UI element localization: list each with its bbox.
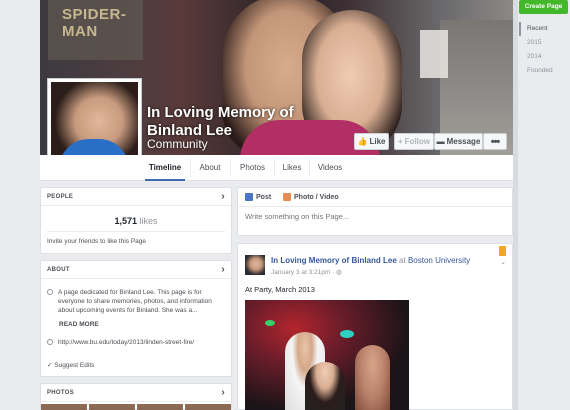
likes-word: likes <box>139 216 158 226</box>
message-label: Message <box>446 137 481 146</box>
more-options-button[interactable]: ••• <box>483 133 507 150</box>
timeline-recent[interactable]: Recent <box>519 22 570 36</box>
people-header-label: PEOPLE <box>47 193 74 200</box>
about-header-label: ABOUT <box>47 266 70 273</box>
tab-timeline[interactable]: Timeline <box>145 155 185 181</box>
timeline-2014[interactable]: 2014 <box>519 50 570 64</box>
info-icon <box>47 289 53 295</box>
post-photo[interactable] <box>245 300 409 410</box>
tab-photos[interactable]: Photos <box>235 155 270 181</box>
tab-likes[interactable]: Likes <box>279 155 305 181</box>
scrollbar[interactable] <box>513 0 518 410</box>
about-header[interactable]: ABOUT › <box>41 261 231 279</box>
check-icon: ✓ <box>47 362 53 369</box>
composer: Post Photo / Video <box>237 187 513 236</box>
wall-paper <box>420 30 448 78</box>
message-icon: ▬ <box>436 137 445 146</box>
post-header: In Loving Memory of Binland Lee at Bosto… <box>271 256 501 265</box>
post-meta: January 3 at 3:21pm · ◍ <box>271 268 342 276</box>
photos-panel: PHOTOS › <box>40 383 232 410</box>
post-tab[interactable]: Post <box>245 193 271 201</box>
like-button[interactable]: 👍 Like <box>354 133 389 150</box>
thumbs-up-icon: 👍 <box>357 137 368 146</box>
photo-video-tab[interactable]: Photo / Video <box>283 193 339 201</box>
likes-count: 1,571 likes <box>41 216 231 226</box>
follow-label: Follow <box>404 137 430 146</box>
about-description-row: A page dedicated for Binland Lee. This p… <box>47 288 225 315</box>
like-label: Like <box>369 137 386 146</box>
post-text: At Party, March 2013 <box>245 285 315 294</box>
photo-video-label: Photo / Video <box>294 193 339 201</box>
suggest-edits-link[interactable]: ✓ Suggest Edits <box>47 361 94 369</box>
people-header[interactable]: PEOPLE › <box>41 188 231 206</box>
pencil-icon <box>245 193 253 201</box>
page-nav: Timeline About Photos Likes Videos <box>40 155 513 181</box>
timeline-year-nav: Recent 2015 2014 Founded <box>519 22 570 78</box>
globe-icon: · ◍ <box>332 269 342 276</box>
photo-icon <box>283 193 291 201</box>
chevron-down-icon[interactable]: ⌄ <box>500 258 506 266</box>
about-panel: ABOUT › A page dedicated for Binland Lee… <box>40 260 232 377</box>
plus-icon: + <box>398 137 403 146</box>
read-more-link[interactable]: READ MORE <box>59 321 99 328</box>
photo-thumbnails[interactable] <box>41 404 231 410</box>
poster-text: SPIDER-MAN <box>62 6 127 40</box>
globe-icon <box>47 339 53 345</box>
more-label: ••• <box>490 135 501 148</box>
post-location[interactable]: Boston University <box>408 256 470 265</box>
comic-poster: SPIDER-MAN <box>48 0 143 60</box>
page-category[interactable]: Community <box>147 137 208 151</box>
bookmark-icon <box>499 246 506 256</box>
about-description: A page dedicated for Binland Lee. This p… <box>58 289 212 314</box>
people-panel: PEOPLE › 1,571 likes Invite your friends… <box>40 187 232 254</box>
post-at-word: at <box>399 256 406 265</box>
website-link[interactable]: http://www.bu.edu/today/2013/linden-stre… <box>58 338 194 347</box>
invite-friends-link[interactable]: Invite your friends to like this Page <box>47 238 146 245</box>
post-card: ⌄ In Loving Memory of Binland Lee at Bos… <box>237 243 513 410</box>
photos-header-label: PHOTOS <box>47 389 75 396</box>
post-tab-label: Post <box>256 193 272 201</box>
tab-about[interactable]: About <box>195 155 225 181</box>
suggest-edits-label: Suggest Edits <box>54 362 95 369</box>
create-page-button[interactable]: Create Page <box>519 0 568 14</box>
likes-number: 1,571 <box>114 216 137 226</box>
follow-button[interactable]: + Follow <box>394 133 434 150</box>
about-link-row: http://www.bu.edu/today/2013/linden-stre… <box>47 338 225 347</box>
photos-header[interactable]: PHOTOS › <box>41 384 231 402</box>
chevron-right-icon: › <box>221 387 225 398</box>
chevron-right-icon: › <box>221 264 225 275</box>
page-title[interactable]: In Loving Memory of Binland Lee <box>147 104 347 140</box>
composer-input[interactable] <box>245 212 495 221</box>
timeline-founded[interactable]: Founded <box>519 64 570 78</box>
post-timestamp[interactable]: January 3 at 3:21pm <box>271 269 330 276</box>
post-avatar[interactable] <box>245 255 265 275</box>
post-author[interactable]: In Loving Memory of Binland Lee <box>271 256 397 265</box>
message-button[interactable]: ▬ Message <box>434 133 483 150</box>
tab-videos[interactable]: Videos <box>314 155 346 181</box>
chevron-right-icon: › <box>221 191 225 202</box>
timeline-2015[interactable]: 2015 <box>519 36 570 50</box>
